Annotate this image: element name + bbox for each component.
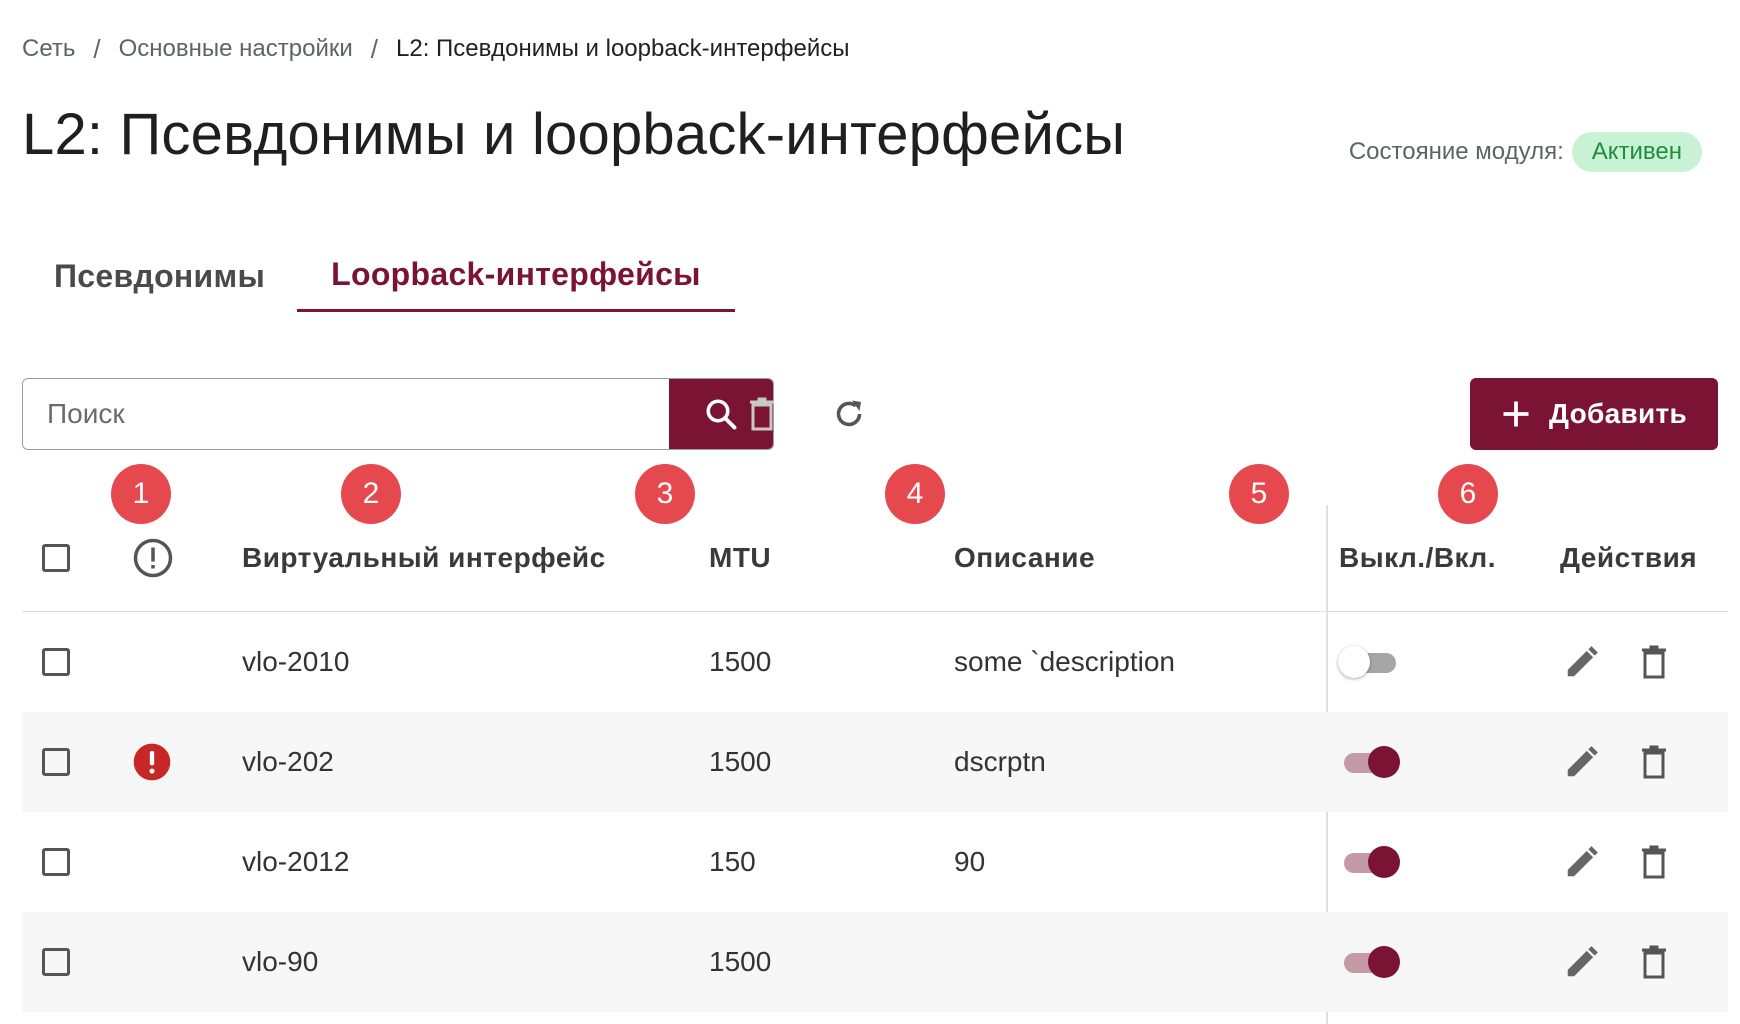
trash-icon [1639,744,1669,780]
row-name: vlo-2012 [242,846,350,877]
breadcrumb-item-network[interactable]: Сеть [22,35,75,63]
page-title: L2: Псевдонимы и loopback-интерфейсы [22,102,1126,167]
breadcrumb-item-current: L2: Псевдонимы и loopback-интерфейсы [396,35,850,62]
select-all-checkbox[interactable] [42,544,70,572]
breadcrumb-separator: / [93,33,101,64]
breadcrumb-item-basic-settings[interactable]: Основные настройки [119,35,353,63]
trash-icon [1639,644,1669,680]
column-header-name[interactable]: Виртуальный интерфейс [242,505,606,611]
column-header-mtu[interactable]: MTU [709,505,771,611]
pencil-icon [1563,843,1601,881]
tab-loopback-interfaces[interactable]: Loopback-интерфейсы [297,240,735,312]
table-header-row: Виртуальный интерфейс MTU Описание Выкл.… [22,505,1728,612]
row-name: vlo-90 [242,946,319,977]
search-box [22,378,774,450]
refresh-button[interactable] [827,392,871,436]
table-row: vlo-90 1500 [22,912,1728,1012]
breadcrumb-separator: / [370,33,378,64]
trash-icon [747,396,777,432]
row-checkbox[interactable] [42,848,70,876]
search-input[interactable] [23,379,669,449]
delete-button[interactable] [1632,840,1676,884]
pencil-icon [1563,943,1601,981]
row-description: 90 [954,846,986,877]
alert-circle-icon [132,537,174,579]
edit-button[interactable] [1560,740,1604,784]
column-header-actions: Действия [1560,542,1698,573]
bulk-delete-button[interactable] [740,392,784,436]
edit-button[interactable] [1560,640,1604,684]
delete-button[interactable] [1632,940,1676,984]
row-checkbox[interactable] [42,648,70,676]
enable-toggle[interactable] [1338,942,1400,982]
pencil-icon [1563,743,1601,781]
row-name: vlo-202 [242,746,334,777]
loopback-table: Виртуальный интерфейс MTU Описание Выкл.… [22,505,1728,1024]
column-header-toggle: Выкл./Вкл. [1339,542,1496,573]
enable-toggle[interactable] [1338,842,1400,882]
row-mtu: 1500 [709,746,772,777]
row-mtu: 150 [709,846,756,877]
row-name: vlo-2010 [242,646,350,677]
row-description: dscrptn [954,746,1046,777]
table-row: vlo-202 1500 dscrptn [22,712,1728,812]
edit-button[interactable] [1560,940,1604,984]
table-row: vlo-2010 1500 some `description [22,612,1728,712]
row-mtu: 1500 [709,946,772,977]
row-checkbox[interactable] [42,948,70,976]
module-state-label: Состояние модуля: [1348,138,1564,165]
trash-icon [1639,844,1669,880]
add-button[interactable]: Добавить [1470,378,1718,450]
trash-icon [1639,944,1669,980]
table-row: vlo-2012 150 90 [22,812,1728,912]
pencil-icon [1563,643,1601,681]
column-header-description[interactable]: Описание [954,505,1095,611]
error-icon [132,742,172,782]
enable-toggle[interactable] [1338,742,1400,782]
row-description: some `description [954,646,1175,677]
search-icon [703,396,739,432]
row-checkbox[interactable] [42,748,70,776]
enable-toggle[interactable] [1338,642,1400,682]
breadcrumb: Сеть / Основные настройки / L2: Псевдони… [22,34,850,64]
delete-button[interactable] [1632,640,1676,684]
status-badge: Активен [1571,132,1702,172]
add-button-label: Добавить [1548,398,1687,429]
refresh-icon [831,396,867,432]
plus-icon [1501,399,1531,429]
row-mtu: 1500 [709,646,772,677]
tab-bar: Псевдонимы Loopback-интерфейсы [22,240,735,312]
module-state: Состояние модуля: Активен [1349,130,1702,174]
tab-aliases[interactable]: Псевдонимы [22,240,297,312]
edit-button[interactable] [1560,840,1604,884]
delete-button[interactable] [1632,740,1676,784]
